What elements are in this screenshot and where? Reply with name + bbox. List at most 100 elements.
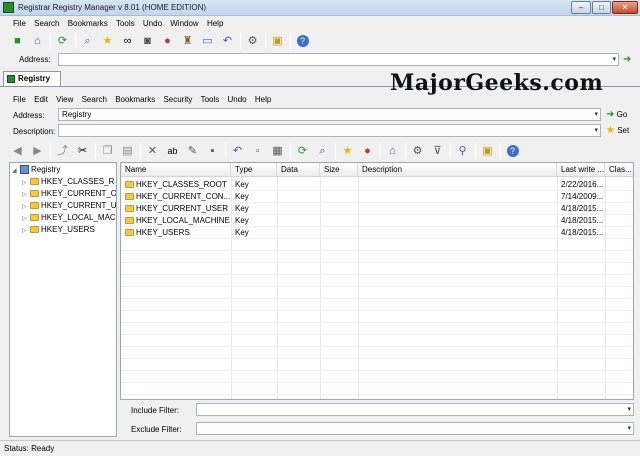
filter-icon[interactable]: ⊽ <box>429 143 446 160</box>
refresh-icon[interactable]: ⟳ <box>54 33 71 50</box>
undo-icon[interactable]: ↶ <box>229 143 246 160</box>
menu-bookmarks[interactable]: Bookmarks <box>65 17 111 30</box>
toolbar-separator <box>95 143 96 159</box>
tab-registry[interactable]: Registry <box>3 71 61 86</box>
help-icon[interactable]: ? <box>504 143 521 160</box>
star-icon[interactable]: ★ <box>99 33 116 50</box>
brand-watermark: MajorGeeks.com <box>390 70 604 96</box>
chevron-down-icon[interactable]: ▾ <box>594 109 598 120</box>
go-button[interactable]: ➜ Go <box>606 109 627 120</box>
key-list[interactable]: Name Type Data Size Description Last wri… <box>120 162 634 400</box>
tools-icon[interactable]: ⚙ <box>244 33 261 50</box>
search-icon[interactable]: ⌕ <box>79 33 96 50</box>
child-menu-security[interactable]: Security <box>160 93 195 106</box>
menu-file[interactable]: File <box>10 17 29 30</box>
child-menu-file[interactable]: File <box>10 93 29 106</box>
camera-icon[interactable]: ◙ <box>139 33 156 50</box>
row-gridline <box>121 262 633 263</box>
new-value-icon[interactable]: ▦ <box>269 143 286 160</box>
delete-icon[interactable]: ✕ <box>144 143 161 160</box>
forward-icon[interactable]: ▶ <box>29 143 46 160</box>
tools-icon[interactable]: ⚙ <box>409 143 426 160</box>
rename-icon[interactable]: ab <box>164 143 181 160</box>
child-menu-bookmarks[interactable]: Bookmarks <box>112 93 158 106</box>
registry-tree[interactable]: ◢ Registry ▷ HKEY_CLASSES_R ▷ HKEY_CURRENT_… <box>9 162 117 437</box>
star-icon[interactable]: ★ <box>339 143 356 160</box>
maximize-button[interactable]: □ <box>592 1 611 14</box>
child-menu-help[interactable]: Help <box>252 93 274 106</box>
cut-icon[interactable]: ✂ <box>74 143 91 160</box>
paste-icon[interactable]: ▤ <box>119 143 136 160</box>
search-icon[interactable]: ⌕ <box>314 143 331 160</box>
minimize-button[interactable]: – <box>571 1 591 14</box>
collapse-icon[interactable]: ◢ <box>12 166 20 177</box>
cherries-icon[interactable]: ● <box>359 143 376 160</box>
child-menu-edit[interactable]: Edit <box>31 93 51 106</box>
menu-search[interactable]: Search <box>31 17 62 30</box>
tree-node[interactable]: ▷ HKEY_CURRENT_U <box>22 200 116 211</box>
link-icon[interactable]: ⚲ <box>454 143 471 160</box>
toolbar-separator <box>290 33 291 49</box>
tree-node[interactable]: ▷ HKEY_LOCAL_MAC <box>22 212 116 223</box>
menu-window[interactable]: Window <box>167 17 201 30</box>
star-icon: ★ <box>606 125 615 136</box>
cleaner-icon[interactable]: ♜ <box>179 33 196 50</box>
child-address-input[interactable]: Registry ▾ <box>58 108 601 121</box>
tree-node[interactable]: ▷ HKEY_CLASSES_R <box>22 176 114 187</box>
main-address-input[interactable]: ▾ <box>58 53 619 66</box>
up-icon[interactable]: ⤴ <box>54 143 71 160</box>
set-button[interactable]: ★ Set <box>606 125 629 136</box>
save-icon[interactable]: ▪ <box>204 143 221 160</box>
back-icon[interactable]: ◀ <box>9 143 26 160</box>
column-size[interactable]: Size <box>320 163 358 177</box>
column-type[interactable]: Type <box>231 163 277 177</box>
column-description[interactable]: Description <box>358 163 557 177</box>
help-icon[interactable]: ? <box>294 33 311 50</box>
tree-node-label: HKEY_LOCAL_MAC <box>41 213 116 222</box>
child-menu-search[interactable]: Search <box>79 93 110 106</box>
folder-icon <box>30 178 39 186</box>
exclude-filter-input[interactable]: ▾ <box>196 422 634 435</box>
chevron-down-icon[interactable]: ▾ <box>612 54 616 65</box>
row-gridline <box>121 334 633 335</box>
child-menu-view[interactable]: View <box>53 93 76 106</box>
chevron-down-icon[interactable]: ▾ <box>594 125 598 136</box>
windows-icon[interactable]: ▣ <box>479 143 496 160</box>
tree-node[interactable]: ▷ HKEY_USERS <box>22 224 95 235</box>
comment-icon[interactable]: ▭ <box>199 33 216 50</box>
column-class[interactable]: Clas... <box>605 163 633 177</box>
include-filter-input[interactable]: ▾ <box>196 403 634 416</box>
refresh-icon[interactable]: ⟳ <box>294 143 311 160</box>
tree-node-label: HKEY_CURRENT_C <box>41 189 117 198</box>
undo-icon[interactable]: ↶ <box>219 33 236 50</box>
edit-icon[interactable]: ✎ <box>184 143 201 160</box>
tree-root[interactable]: ◢ Registry <box>12 164 60 175</box>
child-menu-undo[interactable]: Undo <box>225 93 250 106</box>
menu-help[interactable]: Help <box>204 17 226 30</box>
network-icon[interactable]: ⌂ <box>29 33 46 50</box>
menu-tools[interactable]: Tools <box>113 17 138 30</box>
copy-icon[interactable]: ❐ <box>99 143 116 160</box>
network-icon[interactable]: ⌂ <box>384 143 401 160</box>
menu-undo[interactable]: Undo <box>140 17 165 30</box>
chevron-down-icon[interactable]: ▾ <box>627 404 631 415</box>
new-key-icon[interactable]: ▫ <box>249 143 266 160</box>
row-gridline <box>121 202 633 203</box>
cherries-icon[interactable]: ● <box>159 33 176 50</box>
toolbar-separator <box>450 143 451 159</box>
column-last-write[interactable]: Last write ... <box>557 163 605 177</box>
row-gridline <box>121 310 633 311</box>
close-button[interactable]: ✕ <box>612 1 638 14</box>
tree-node[interactable]: ▷ HKEY_CURRENT_C <box>22 188 117 199</box>
description-input[interactable]: ▾ <box>58 124 601 137</box>
binoculars-icon[interactable]: ∞ <box>119 33 136 50</box>
child-menu-tools[interactable]: Tools <box>198 93 223 106</box>
registry-icon[interactable]: ■ <box>9 33 26 50</box>
windows-icon[interactable]: ▣ <box>269 33 286 50</box>
go-arrow-icon[interactable]: ➜ <box>623 54 631 65</box>
column-data[interactable]: Data <box>277 163 320 177</box>
column-name[interactable]: Name <box>121 163 231 177</box>
expand-icon[interactable]: ▷ <box>22 226 30 237</box>
toolbar-separator <box>475 143 476 159</box>
chevron-down-icon[interactable]: ▾ <box>627 423 631 434</box>
